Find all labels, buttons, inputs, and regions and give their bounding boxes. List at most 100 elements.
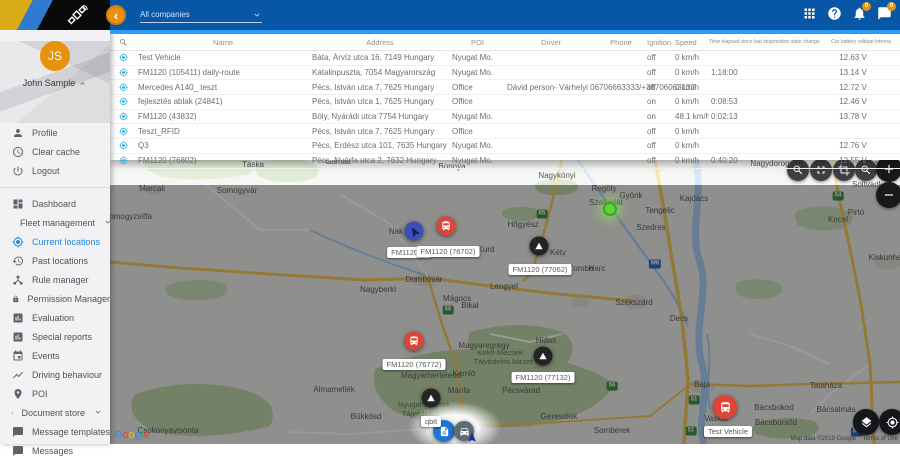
vehicle-status-icon[interactable] xyxy=(110,112,136,121)
back-chevron-icon: ‹ xyxy=(114,9,118,22)
vehicle-status-icon[interactable] xyxy=(110,97,136,106)
sidebar-item-rule-manager[interactable]: Rule manager xyxy=(0,270,110,289)
folder-icon xyxy=(12,407,13,419)
map-zoom-out-button[interactable] xyxy=(876,182,900,208)
marker-label[interactable]: qbit xyxy=(421,416,441,427)
sidebar-item-current-locations[interactable]: Current locations xyxy=(0,232,110,251)
vehicle-marker-stopped[interactable] xyxy=(437,217,456,236)
sidebar-item-special-reports[interactable]: Special reports xyxy=(0,327,110,346)
vehicle-marker-moving[interactable] xyxy=(405,222,424,241)
vehicle-marker-stopped[interactable] xyxy=(713,395,737,419)
chevron-up-icon xyxy=(78,79,87,88)
marker-label[interactable]: FM1120 (77062) xyxy=(509,264,572,275)
table-row[interactable]: FM1120 (76802)Pécs, Nyárfa utca 2, 7632 … xyxy=(110,154,900,169)
marker-label[interactable]: FM1120 (76702) xyxy=(417,246,480,257)
sidebar-item-label: Profile xyxy=(32,128,58,138)
column-header-driver[interactable]: Driver xyxy=(505,38,597,47)
sidebar-item-dashboard[interactable]: Dashboard xyxy=(0,194,110,213)
company-selector[interactable]: All companies xyxy=(140,7,262,23)
map-data-text: Map data ©2019 Google xyxy=(791,436,856,442)
sidebar-item-poi[interactable]: POI xyxy=(0,384,110,403)
sidebar-item-evaluation[interactable]: Evaluation xyxy=(0,308,110,327)
sidebar-item-clear-cache[interactable]: Clear cache xyxy=(0,142,110,161)
target-icon xyxy=(119,53,128,62)
apps-icon[interactable] xyxy=(802,6,817,21)
car-marker[interactable] xyxy=(454,421,474,441)
vehicle-marker[interactable] xyxy=(530,237,549,256)
message-icon xyxy=(12,426,24,438)
table-search-icon[interactable] xyxy=(110,38,136,47)
sidebar-item-fleet-management[interactable]: Fleet management xyxy=(0,213,110,232)
vehicle-status-icon[interactable] xyxy=(110,141,136,150)
satellite-icon xyxy=(64,3,90,27)
map-layers-button[interactable] xyxy=(853,409,879,435)
notifications-icon[interactable]: 0 xyxy=(852,6,867,21)
vehicle-marker[interactable] xyxy=(422,389,441,408)
vehicle-status-icon[interactable] xyxy=(110,53,136,62)
sidebar-item-permission-manager[interactable]: Permission Manager xyxy=(0,289,110,308)
sidebar-item-document-store[interactable]: Document store xyxy=(0,403,110,422)
cell-battery: 12.63 V xyxy=(831,53,875,62)
vehicle-status-icon[interactable] xyxy=(110,156,136,165)
cell-address: Pécs, István utca 1, 7625 Hungary xyxy=(310,97,450,106)
column-header-ignition[interactable]: Ignition xyxy=(645,38,673,47)
sidebar-item-events[interactable]: Events xyxy=(0,346,110,365)
table-row[interactable]: fejlesztés ablak (24841)Pécs, István utc… xyxy=(110,95,900,110)
badge: 0 xyxy=(862,2,871,11)
vehicle-marker-stopped[interactable] xyxy=(405,332,424,351)
marker-label[interactable]: FM1120 (76772) xyxy=(383,359,446,370)
table-row[interactable]: Mercedes A140_ tesztPécs, István utca 7,… xyxy=(110,80,900,95)
cell-ignition: off xyxy=(645,68,673,77)
sidebar-item-driving-behaviour[interactable]: Driving behaviour xyxy=(0,365,110,384)
table-row[interactable]: Teszt_RFIDPécs, István utca 7, 7625 Hung… xyxy=(110,124,900,139)
cell-speed: 0 km/h xyxy=(673,156,709,165)
sidebar-item-past-locations[interactable]: Past locations xyxy=(0,251,110,270)
column-header-time-elapsed-since-last-stop-motion-state-change[interactable]: Time elapsed since last stop/motion stat… xyxy=(709,39,831,45)
search-icon xyxy=(119,38,128,47)
vehicle-status-icon[interactable] xyxy=(110,127,136,136)
marker-label[interactable]: FM1120 (77132) xyxy=(512,372,575,383)
column-header-interna[interactable]: Interna xyxy=(875,39,900,45)
sidebar-item-message-templates[interactable]: Message templates xyxy=(0,422,110,441)
cell-speed: 0 km/h xyxy=(673,127,709,136)
cell-address: Báta, Árvíz utca 16, 7149 Hungary xyxy=(310,53,450,62)
sidebar-item-label: POI xyxy=(32,389,48,399)
vehicle-status-icon[interactable] xyxy=(110,68,136,77)
column-header-poi[interactable]: POI xyxy=(450,38,505,47)
cell-ignition: on xyxy=(645,97,673,106)
cell-speed: 0 km/h xyxy=(673,141,709,150)
poi-marker-green[interactable] xyxy=(603,202,617,216)
app-logo[interactable] xyxy=(0,0,110,30)
table-row[interactable]: Q3Pécs, Erdész utca 101, 7635 HungaryNyu… xyxy=(110,139,900,154)
target-icon xyxy=(119,156,128,165)
chevdown-icon xyxy=(103,217,113,227)
cell-name: Q3 xyxy=(136,141,310,150)
column-header-speed[interactable]: Speed xyxy=(673,38,709,47)
column-header-phone[interactable]: Phone xyxy=(597,38,645,47)
back-button[interactable]: ‹ xyxy=(106,5,126,25)
vehicle-marker[interactable] xyxy=(534,347,553,366)
avatar[interactable]: JS xyxy=(40,41,70,71)
terms-link[interactable]: Terms of Use xyxy=(863,436,898,442)
column-header-name[interactable]: Name xyxy=(136,38,310,47)
sidebar-item-logout[interactable]: Logout xyxy=(0,161,110,180)
vehicle-status-icon[interactable] xyxy=(110,83,136,92)
chevdown-icon xyxy=(93,407,103,417)
cell-ignition: off xyxy=(645,141,673,150)
sidebar-item-label: Rule manager xyxy=(32,275,89,285)
sidebar-item-profile[interactable]: Profile xyxy=(0,123,110,142)
column-header-address[interactable]: Address xyxy=(310,38,450,47)
column-header-car-battery-voltage[interactable]: Car battery voltage xyxy=(831,39,875,45)
sidebar-item-label: Dashboard xyxy=(32,199,76,209)
divider xyxy=(0,187,110,188)
table-row[interactable]: Test VehicleBáta, Árvíz utca 16, 7149 Hu… xyxy=(110,51,900,66)
user-name[interactable]: John Sample xyxy=(0,78,110,88)
table-row[interactable]: FM1120 (105411) daily-routeKatalinpuszta… xyxy=(110,66,900,81)
map-area[interactable]: MarcaliSomogyvárSomogyzsitfaNagyberkiReg… xyxy=(110,34,900,444)
map-locate-button[interactable] xyxy=(879,409,900,435)
apps-icon xyxy=(802,6,817,21)
table-row[interactable]: FM1120 (43832)Bóly, Nyárádi utca 7754 Hu… xyxy=(110,110,900,125)
help-icon[interactable] xyxy=(827,6,842,21)
chat-icon[interactable]: 0 xyxy=(877,6,892,21)
marker-label[interactable]: Test Vehicle xyxy=(704,426,752,437)
